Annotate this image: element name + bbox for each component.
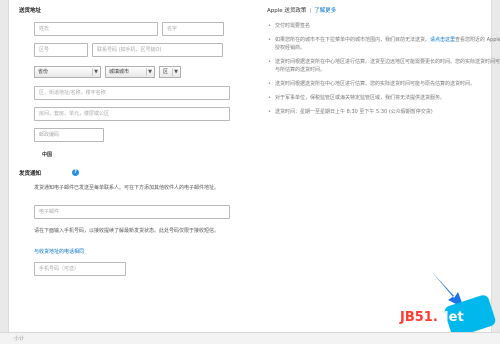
province-select[interactable]: 省份 ▼ [34, 66, 101, 78]
street-address-field[interactable]: 区，街道地址/名称，楼宇名称 [34, 86, 230, 100]
policy-list: 交付时需要签名 如果您所在的城市不在下拉菜单中的城市范围内，我们目前无法送货。请… [267, 22, 500, 122]
email-description: 发货通知电子邮件已发送至每单联系人。可在下方添加其他收件人的电子邮件地址。 [34, 185, 220, 191]
learn-more-link[interactable]: 了解更多 [314, 8, 336, 14]
shipping-section-title: 送货地址 [19, 8, 42, 14]
phone-field[interactable]: 联系号码 (如手机，区号输O) [92, 43, 223, 57]
postcode-field[interactable]: 邮政编码 [34, 128, 104, 142]
help-icon[interactable]: ? [72, 169, 79, 176]
bottom-bar: 小计 [0, 332, 500, 344]
room-address-field[interactable]: 房间，套房，单元，楼层或公区 [34, 107, 230, 121]
policy-header: Apple 送货政策 | 了解更多 [267, 8, 337, 14]
notification-section-title: 发货通知 [19, 171, 42, 177]
policy-item: 送货时间根据送货所在中心地区进行估算。您的实际送货时间可能与原先估算的送货时间。 [267, 80, 500, 88]
policy-item: 对于军事单位，保税监管区或海关特定监管区域，我们将无法提供送货服务。 [267, 94, 500, 102]
last-name-field[interactable]: 姓氏 [34, 22, 158, 36]
policy-link[interactable]: 请点击这里 [430, 37, 455, 43]
same-as-shipping-phone-link[interactable]: 与收货地址的电话相同 [34, 248, 84, 256]
city-select[interactable]: 城填城市 ▼ [105, 66, 155, 78]
district-select-value: 区 [163, 69, 169, 75]
first-name-field[interactable]: 名字 [162, 22, 224, 36]
policy-title: Apple 送货政策 [267, 8, 307, 14]
policy-item: 送货时间根据送货所在中心地区进行估算。送货至边远地区可能需要更长的时间。您的实际… [267, 58, 500, 74]
district-select[interactable]: 区 ▼ [159, 66, 181, 78]
watermark-net: Net [437, 310, 464, 325]
mobile-field[interactable]: 手机号码（可选） [34, 262, 126, 276]
city-select-value: 城填城市 [109, 69, 130, 75]
policy-item: 如果您所在的城市不在下拉菜单中的城市范围内，我们目前无法送货。请点击这里查看您附… [267, 36, 500, 52]
checkout-page: 送货地址 姓氏 名字 区号 联系号码 (如手机，区号输O) 省份 ▼ 城填城市 … [8, 0, 500, 332]
policy-item: 交付时需要签名 [267, 22, 500, 30]
chevron-down-icon: ▼ [146, 68, 153, 76]
watermark-text: JB51 [400, 310, 433, 325]
policy-item: 送货时间：星期一至星期日上午 8:30 至下午 5:30 (公众假期暂停交货) [267, 108, 500, 116]
province-select-value: 省份 [38, 69, 49, 75]
chevron-down-icon: ▼ [172, 68, 179, 76]
chevron-down-icon: ▼ [92, 68, 99, 76]
watermark-logo: JB51.Net [400, 310, 464, 325]
email-field[interactable]: 电子邮件 [34, 205, 230, 219]
country-label: 中国 [42, 152, 53, 158]
subtotal-label: 小计 [14, 336, 25, 342]
mobile-description: 请在下面输入手机号码，以接收提续了解最新发货状态。此处号码仅限于接收短信。 [34, 228, 220, 234]
area-code-field[interactable]: 区号 [34, 43, 88, 57]
